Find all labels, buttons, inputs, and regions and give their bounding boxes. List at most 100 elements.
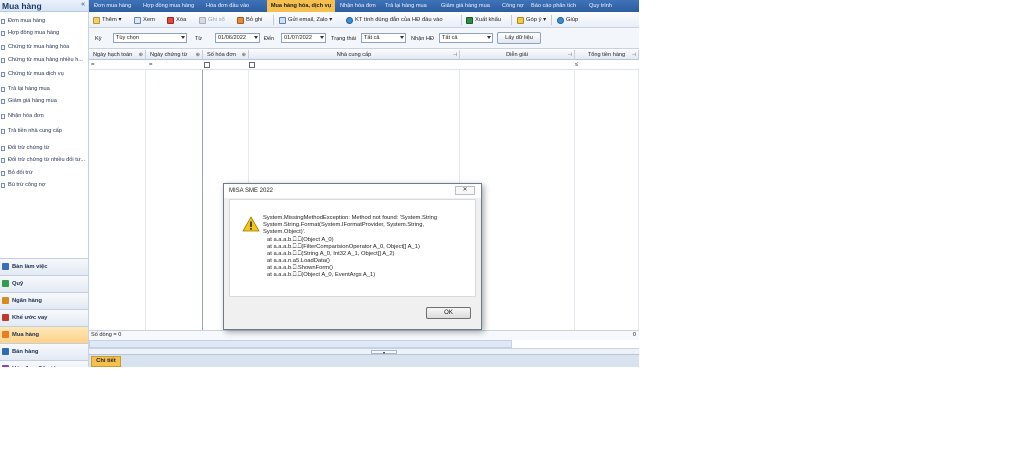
to-label: Đến <box>264 36 275 42</box>
chevron-down-icon <box>320 36 324 39</box>
sidebar-item[interactable]: Đối trừ chứng từ nhiều đối tư... <box>0 156 88 165</box>
status-select[interactable]: Tất cả <box>361 33 406 43</box>
export-button[interactable]: Xuất khẩu <box>466 15 501 25</box>
module-item[interactable]: Ngân hàng <box>0 292 88 309</box>
column-header[interactable]: Tổng tiền hàng ⊣ <box>575 50 639 60</box>
period-value: Tùy chọn <box>116 35 140 41</box>
module-label: Hóa đơn điện tử <box>12 366 57 367</box>
check-invoice-button[interactable]: KT tính đúng đắn của HĐ đầu vào <box>346 15 443 25</box>
error-message: System.MissingMethodException: Method no… <box>263 215 473 279</box>
misa-window: Mua hàng « Đơn mua hàng Hợp đồng mua hàng… <box>0 0 639 367</box>
sidebar: Mua hàng « Đơn mua hàng Hợp đồng mua hàng… <box>0 0 89 367</box>
ok-button[interactable]: OK <box>426 307 471 319</box>
filter-operator[interactable]: = <box>149 61 153 69</box>
sidebar-item-label: Chứng từ mua hàng hóa <box>8 44 70 50</box>
pin-icon[interactable]: ⊣ <box>632 50 636 60</box>
pin-icon[interactable]: ⊕ <box>242 50 246 60</box>
sidebar-item[interactable]: Bỏ đối trừ <box>0 169 88 178</box>
period-select[interactable]: Tùy chọn <box>113 33 187 43</box>
module-item[interactable]: Hóa đơn điện tử <box>0 360 88 367</box>
sidebar-item-label: Chứng từ mua hàng nhiều h... <box>8 57 83 63</box>
feedback-button[interactable]: Góp ý ▾ <box>517 15 546 25</box>
module-item[interactable]: Mua hàng <box>0 326 88 343</box>
excel-icon <box>466 17 473 24</box>
tab-item[interactable]: Hóa đơn đầu vào <box>206 0 249 12</box>
view-button[interactable]: Xem <box>134 15 155 25</box>
unpost-button[interactable]: Bỏ ghi <box>237 15 262 25</box>
error-message-line: at a.a.a.n.a5.LoadData() <box>267 258 330 264</box>
module-item[interactable]: Bàn làm việc <box>0 258 88 275</box>
document-icon <box>1 114 5 119</box>
filter-operator[interactable]: ≤ <box>575 61 578 69</box>
tab-detail[interactable]: Chi tiết <box>91 356 121 367</box>
module-item[interactable]: Khế ước vay <box>0 309 88 326</box>
sidebar-item[interactable]: Đơn mua hàng <box>0 17 88 26</box>
tab-item[interactable]: Nhận hóa đơn <box>340 0 376 12</box>
pin-icon[interactable]: ⊕ <box>139 50 143 60</box>
sidebar-item[interactable]: Hợp đồng mua hàng <box>0 29 88 38</box>
filter-checkbox[interactable] <box>249 62 255 68</box>
horizontal-scrollbar[interactable] <box>89 340 512 348</box>
tab-item[interactable]: Đơn mua hàng <box>94 0 131 12</box>
sidebar-item-label: Đối trừ chứng từ nhiều đối tư... <box>8 157 86 163</box>
to-date-field[interactable]: 01/07/2022 <box>281 33 326 43</box>
add-button[interactable]: Thêm ▾ <box>93 15 121 25</box>
sidebar-item-label: Đơn mua hàng <box>8 18 46 24</box>
sidebar-item-label: Nhận hóa đơn <box>8 113 44 119</box>
module-item[interactable]: Bán hàng <box>0 343 88 360</box>
dialog-title: MISA SME 2022 <box>229 188 274 194</box>
warning-icon <box>242 216 260 232</box>
sidebar-header: Mua hàng « <box>0 0 88 12</box>
add-label: Thêm <box>102 17 117 23</box>
module-list: Bàn làm việc Quỹ Ngân hàng Khế ước vay Mua h… <box>0 258 88 367</box>
collapse-icon[interactable]: « <box>81 1 85 8</box>
help-button[interactable]: Giúp <box>557 15 578 25</box>
tab-item[interactable]: Báo cáo phân tích <box>531 0 576 12</box>
pin-icon[interactable]: ⊣ <box>568 50 572 60</box>
sidebar-item[interactable]: Đối trừ chứng từ <box>0 144 88 153</box>
filter-operator[interactable]: = <box>91 61 95 69</box>
tab-item[interactable]: Giảm giá hàng mua <box>441 0 490 12</box>
tab-item[interactable]: Hợp đồng mua hàng <box>143 0 194 12</box>
sidebar-item[interactable]: Chứng từ mua hàng nhiều h... <box>0 56 88 65</box>
sidebar-item[interactable]: Nhận hóa đơn <box>0 112 88 121</box>
post-button[interactable]: Ghi sổ <box>199 15 225 25</box>
sidebar-item[interactable]: Chứng từ mua dịch vụ <box>0 70 88 79</box>
sidebar-item[interactable]: Trả lại hàng mua <box>0 85 88 94</box>
chevron-down-icon <box>487 36 491 39</box>
pin-icon[interactable]: ⊣ <box>453 50 457 60</box>
get-data-button[interactable]: Lấy dữ liệu <box>497 32 541 44</box>
column-header[interactable]: Diễn giải ⊣ <box>460 50 575 60</box>
grid-column-line <box>145 70 146 330</box>
sidebar-title: Mua hàng <box>2 1 42 11</box>
column-header[interactable]: Nhà cung cấp ⊣ <box>249 50 460 60</box>
send-email-button[interactable]: Gửi email, Zalo ▾ <box>279 15 332 25</box>
sidebar-item[interactable]: Chứng từ mua hàng hóa <box>0 43 88 52</box>
invoice-select[interactable]: Tất cả <box>439 33 493 43</box>
pin-icon[interactable]: ⊕ <box>196 50 200 60</box>
tab-item[interactable]: Trả lại hàng mua <box>385 0 427 12</box>
module-item[interactable]: Quỹ <box>0 275 88 292</box>
sidebar-item[interactable]: Trả tiền nhà cung cấp <box>0 127 88 136</box>
error-message-line: at a.a.a.b.⎕.⎕(String A_0, Int32 A_1, Ob… <box>267 251 395 257</box>
delete-button[interactable]: Xóa <box>167 15 186 25</box>
send-label: Gửi email, Zalo <box>288 17 328 23</box>
sidebar-item[interactable]: Bù trừ công nợ <box>0 181 88 190</box>
unpost-label: Bỏ ghi <box>246 17 263 23</box>
column-header[interactable]: Ngày hạch toán ⊕ <box>89 50 146 60</box>
tab-item[interactable]: Quy trình <box>589 0 612 12</box>
column-header[interactable]: Ngày chứng từ ⊕ <box>146 50 203 60</box>
tab-item[interactable]: Mua hàng hóa, dịch vụ <box>267 0 335 12</box>
to-date-value: 01/07/2022 <box>284 35 312 41</box>
grid-column-line <box>638 70 639 330</box>
filter-checkbox[interactable] <box>204 62 210 68</box>
close-icon[interactable]: ✕ <box>455 186 475 195</box>
sidebar-item-label: Bỏ đối trừ <box>8 170 33 176</box>
sidebar-item-label: Bù trừ công nợ <box>8 182 46 188</box>
error-message-line: at a.a.a.b.⎕.ShownForm() <box>267 265 333 271</box>
tab-item[interactable]: Công nợ <box>502 0 524 12</box>
sidebar-item[interactable]: Giảm giá hàng mua <box>0 97 88 106</box>
column-header[interactable]: Số hóa đơn ⊕ <box>203 50 249 60</box>
detail-tab-bar: Chi tiết <box>89 354 639 367</box>
from-date-field[interactable]: 01/06/2022 <box>215 33 260 43</box>
